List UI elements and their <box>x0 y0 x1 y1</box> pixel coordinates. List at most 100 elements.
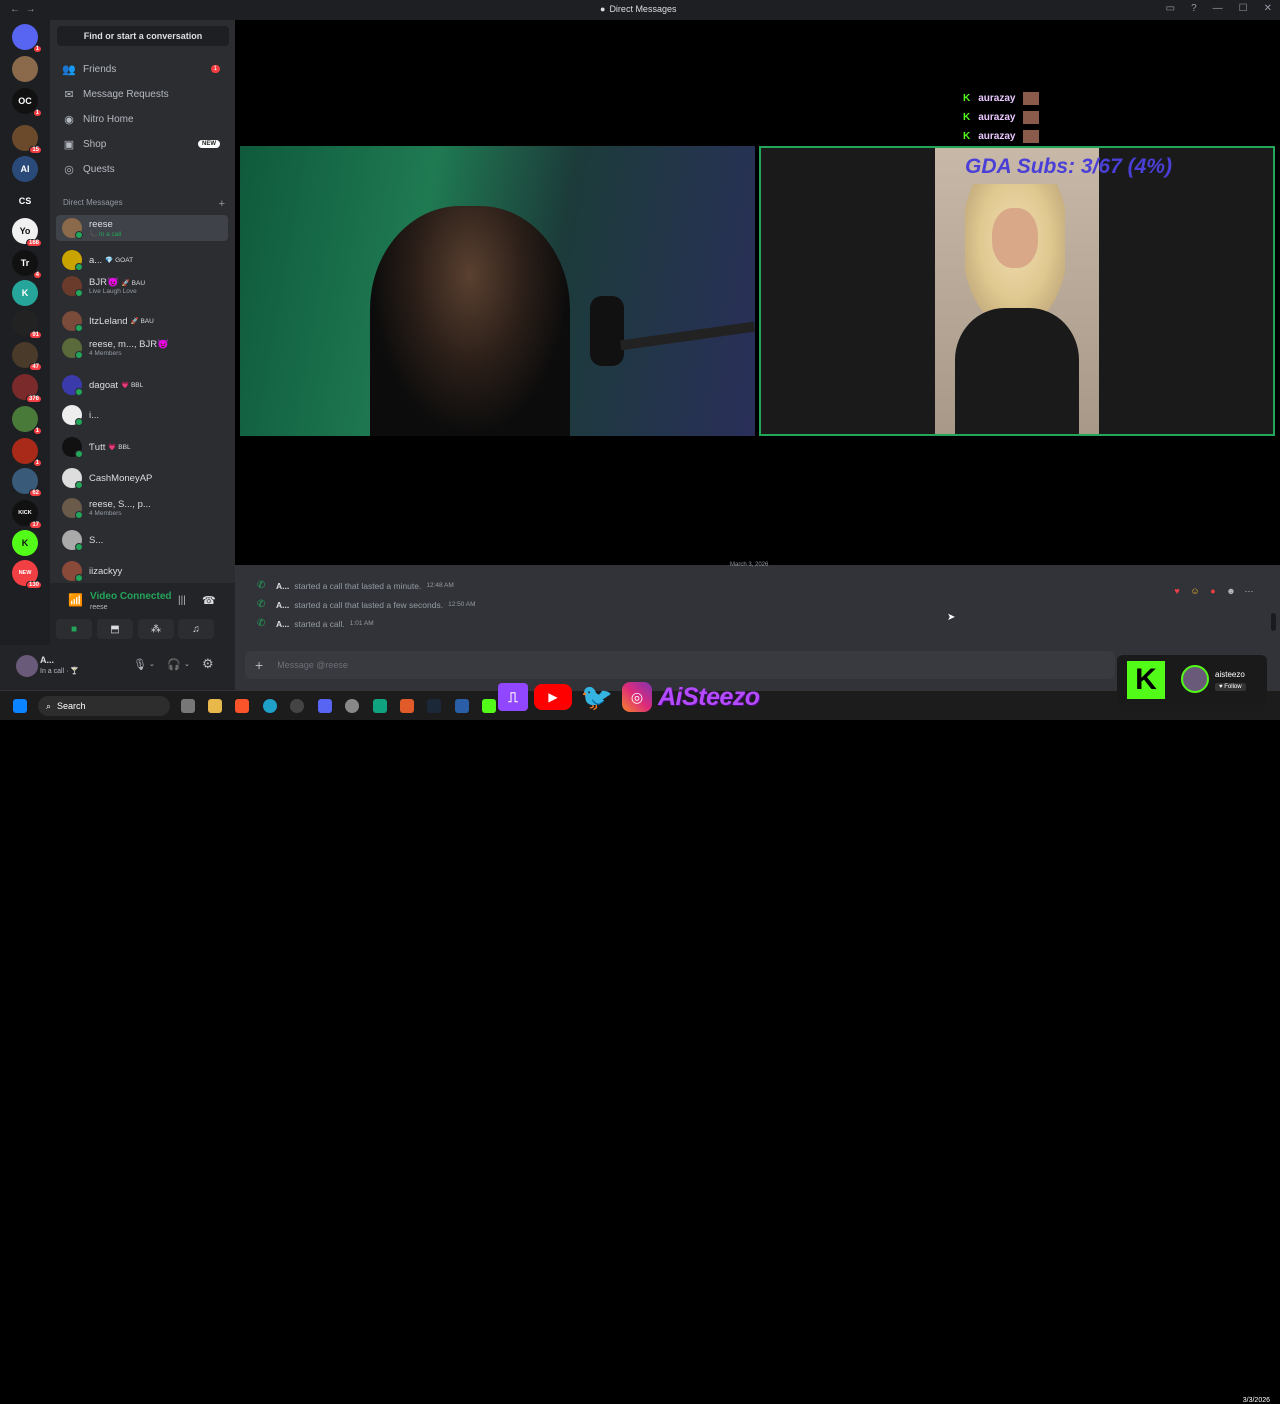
dm-item[interactable]: iizackyy <box>56 558 228 584</box>
dm-item[interactable]: ItzLeland 🚀 BAU <box>56 308 228 334</box>
app-icon[interactable] <box>290 699 304 713</box>
timestamp: 12:48 AM <box>426 582 454 589</box>
server-icon[interactable]: 91 <box>12 310 42 339</box>
video-tile-guest[interactable] <box>759 146 1275 436</box>
nav-item-message-requests[interactable]: ✉ Message Requests <box>56 83 228 105</box>
video-tile-streamer[interactable] <box>240 146 755 436</box>
mic-arm-prop <box>619 321 755 351</box>
edge-icon[interactable] <box>263 699 277 713</box>
attach-plus-icon[interactable]: + <box>255 657 263 673</box>
dm-name: Ƭutt <box>89 441 106 453</box>
more-options-icon[interactable]: ⋯ <box>1242 584 1256 598</box>
headphones-icon[interactable]: 🎧 <box>167 658 181 671</box>
scrollbar[interactable] <box>1271 613 1276 631</box>
server-label: CS <box>18 196 32 206</box>
timestamp: 1:01 AM <box>349 620 374 627</box>
help-icon[interactable]: ? <box>1191 3 1197 14</box>
streamer-handle: AiSteezo <box>658 682 760 711</box>
create-dm-icon[interactable]: + <box>219 198 225 210</box>
server-label: Yo <box>19 226 31 236</box>
taskbar-search[interactable]: ⌕ Search <box>38 696 170 716</box>
server-icon[interactable]: 1 <box>12 406 42 435</box>
unread-badge: 1 <box>32 459 42 467</box>
brave-icon[interactable] <box>235 699 249 713</box>
close-button[interactable]: ✕ <box>1264 3 1272 14</box>
dm-item[interactable]: a... 💎 GOAT <box>56 247 228 273</box>
nav-item-shop[interactable]: ▣ Shop NEW <box>56 133 228 155</box>
server-icon[interactable]: CS <box>12 188 38 214</box>
dm-item[interactable]: Ƭutt 💗 BBL <box>56 434 228 460</box>
find-conversation-button[interactable]: Find or start a conversation <box>57 26 229 46</box>
server-icon[interactable]: 62 <box>12 468 42 497</box>
dm-item[interactable]: dagoat 💗 BBL <box>56 372 228 398</box>
server-icon[interactable]: 47 <box>12 342 42 371</box>
server-icon[interactable]: 1 <box>12 438 42 467</box>
dm-item[interactable]: CashMoneyAP <box>56 465 228 491</box>
dm-item[interactable]: S... <box>56 527 228 553</box>
server-icon[interactable]: 15 <box>12 125 42 154</box>
server-icon[interactable]: NEW 130 <box>12 560 42 589</box>
app-icon[interactable] <box>482 699 496 713</box>
red-circle-reaction-icon[interactable]: ● <box>1206 584 1220 598</box>
chatgpt-icon[interactable] <box>345 699 359 713</box>
dm-name: reese, S..., p... <box>89 499 151 510</box>
microphone-icon[interactable]: 🎙 <box>133 658 147 671</box>
nav-item-nitro-home[interactable]: ◉ Nitro Home <box>56 108 228 130</box>
settings-gear-icon[interactable]: ⚙ <box>202 656 214 672</box>
dm-name-row: dagoat 💗 BBL <box>89 380 143 391</box>
app-icon[interactable] <box>400 699 414 713</box>
discord-taskbar-icon[interactable] <box>318 699 332 713</box>
server-icon[interactable]: AI <box>12 156 38 182</box>
history-nav[interactable]: ← → <box>10 4 36 15</box>
camera-button[interactable]: ■ <box>56 619 92 639</box>
server-icon[interactable]: K <box>12 280 38 306</box>
server-icon[interactable]: 1 <box>12 24 42 53</box>
dm-subtitle: 4 Members <box>89 350 122 357</box>
activities-button[interactable]: ⁂ <box>138 619 174 639</box>
windows-start-icon[interactable] <box>13 699 27 713</box>
dm-item[interactable]: reese, S..., p... 4 Members <box>56 495 228 521</box>
server-icon[interactable]: 376 <box>12 374 42 403</box>
dm-item[interactable]: reese, m..., BJR😈 4 Members <box>56 335 228 361</box>
add-reaction-icon[interactable]: ☻ <box>1224 584 1238 598</box>
kick-follow-button[interactable]: ♥ Follow <box>1215 683 1246 691</box>
task-view-icon[interactable] <box>181 699 195 713</box>
social-overlay: ⎍ ▶ 🐦 ◎ AiSteezo <box>498 681 760 713</box>
app-icon[interactable] <box>373 699 387 713</box>
call-user[interactable]: A... <box>276 619 289 629</box>
soundboard-button[interactable]: ♫ <box>178 619 214 639</box>
server-icon[interactable]: K <box>12 530 38 556</box>
minimize-button[interactable]: — <box>1213 3 1223 14</box>
chevron-down-icon[interactable]: ⌄ <box>149 660 155 668</box>
dm-item[interactable]: i... <box>56 402 228 428</box>
dm-item[interactable]: reese 📞 In a call <box>56 215 228 241</box>
voice-panel: 📶 Video Connected reese ||| ☎ ■ ⬒ ⁂ ♫ <box>50 583 235 645</box>
laugh-reaction-icon[interactable]: ☺ <box>1188 584 1202 598</box>
inbox-icon[interactable]: ▭ <box>1166 3 1175 14</box>
nav-item-friends[interactable]: 👥 Friends 1 <box>56 58 228 80</box>
message-input[interactable]: + Message @reese <box>245 651 1115 679</box>
noise-suppression-icon[interactable]: ||| <box>178 595 186 606</box>
chevron-down-icon[interactable]: ⌄ <box>184 660 190 668</box>
server-icon[interactable]: KICK 17 <box>12 500 42 529</box>
server-icon[interactable]: Tr 4 <box>12 250 42 279</box>
server-icon[interactable]: Yo 168 <box>12 218 42 247</box>
disconnect-icon[interactable]: ☎ <box>202 594 216 607</box>
call-user[interactable]: A... <box>276 600 289 610</box>
dm-item[interactable]: BJR😈 🚀 BAU Live Laugh Love <box>56 273 228 299</box>
maximize-button[interactable]: ☐ <box>1239 3 1248 14</box>
avatar <box>62 338 83 359</box>
server-icon[interactable]: OC 1 <box>12 88 42 117</box>
avatar <box>62 468 83 489</box>
call-user[interactable]: A... <box>276 581 289 591</box>
screenshare-button[interactable]: ⬒ <box>97 619 133 639</box>
heart-reaction-icon[interactable]: ♥ <box>1170 584 1184 598</box>
nav-item-quests[interactable]: ◎ Quests <box>56 158 228 180</box>
user-name: A... <box>40 655 55 665</box>
steam-icon[interactable] <box>427 699 441 713</box>
server-icon[interactable] <box>12 56 38 82</box>
avatar <box>62 276 83 297</box>
app-icon[interactable] <box>455 699 469 713</box>
file-explorer-icon[interactable] <box>208 699 222 713</box>
avatar[interactable] <box>16 655 38 677</box>
